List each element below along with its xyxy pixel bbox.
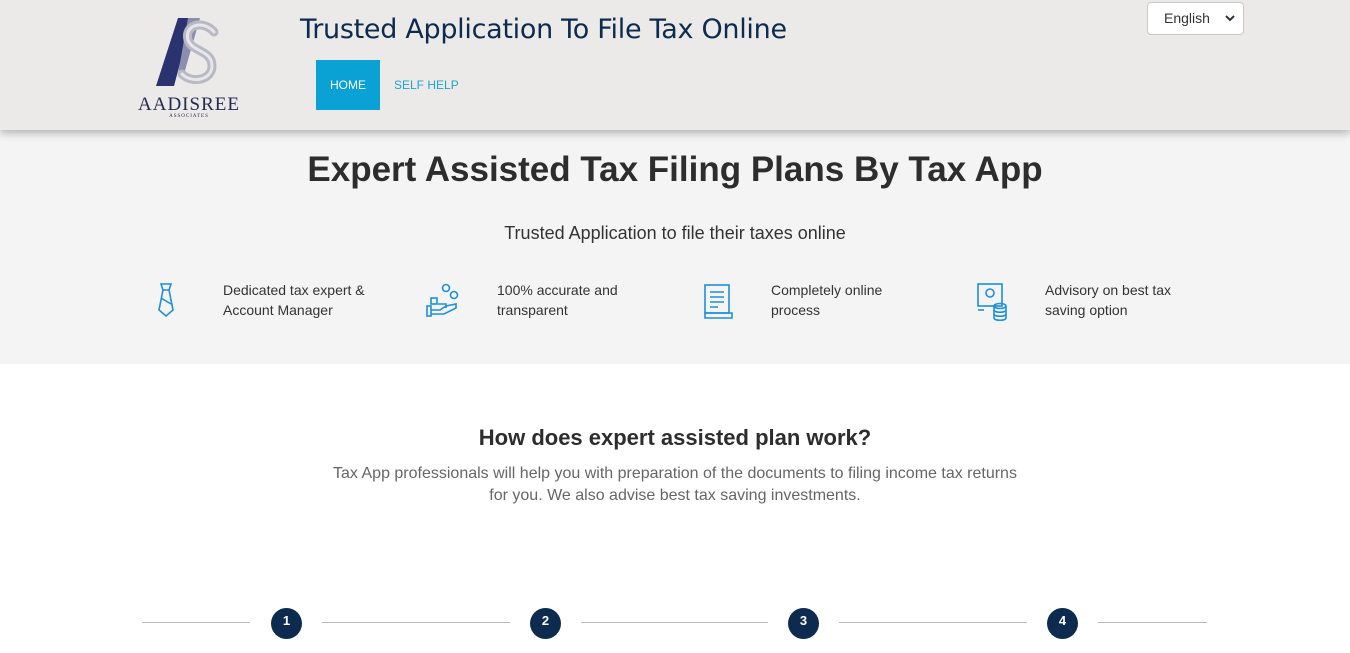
step-4-badge[interactable]: 4 [1047, 608, 1078, 639]
logo-mark-icon [156, 18, 219, 86]
aadisree-logo[interactable]: AADISREE ASSOCIATES [130, 14, 248, 122]
feature-text-line2: process [771, 302, 821, 318]
step-1-badge[interactable]: 1 [271, 608, 302, 639]
feature-text-line1: Advisory on best tax [1045, 282, 1172, 298]
step-connector [142, 622, 250, 623]
hand-coins-icon [422, 282, 462, 322]
hero-subtitle: Trusted Application to file their taxes … [504, 223, 846, 243]
feature-text-line1: 100% accurate and [497, 282, 618, 298]
tie-icon [148, 282, 188, 322]
nav-home[interactable]: HOME [316, 60, 380, 110]
step-connector [839, 622, 1027, 623]
feature-item: Advisory on best tax saving option [970, 280, 1205, 322]
site-header: AADISREE ASSOCIATES Trusted Application … [0, 0, 1350, 130]
how-description: Tax App professionals will help you with… [333, 465, 1017, 504]
step-connector [581, 622, 768, 623]
feature-text-line2: Account Manager [223, 302, 333, 318]
chevron-down-icon [1225, 3, 1235, 46]
step-connector [322, 622, 510, 623]
feature-item: 100% accurate and transparent [422, 280, 657, 322]
language-select[interactable]: English [1147, 2, 1244, 35]
monitor-coins-icon [970, 282, 1010, 322]
nav-self-help[interactable]: SELF HELP [380, 60, 473, 110]
feature-text-line2: saving option [1045, 302, 1128, 318]
step-2-badge[interactable]: 2 [530, 608, 561, 639]
logo-subtext: ASSOCIATES [169, 114, 209, 119]
logo-text: AADISREE [138, 94, 240, 115]
feature-text-line2: transparent [497, 302, 568, 318]
hero-section: Expert Assisted Tax Filing Plans By Tax … [0, 130, 1350, 364]
site-title: Trusted Application To File Tax Online [300, 14, 787, 45]
feature-item: Completely online process [696, 280, 931, 322]
step-connector [1098, 622, 1207, 623]
feature-text-line1: Dedicated tax expert & [223, 282, 365, 298]
document-icon [696, 282, 736, 322]
how-title: How does expert assisted plan work? [478, 425, 872, 450]
language-selected-value: English [1164, 10, 1210, 26]
feature-text-line1: Completely online [771, 282, 883, 298]
step-3-badge[interactable]: 3 [788, 608, 819, 639]
hero-title: Expert Assisted Tax Filing Plans By Tax … [307, 150, 1043, 189]
main-nav: HOME SELF HELP [316, 60, 473, 110]
feature-item: Dedicated tax expert & Account Manager [148, 280, 383, 322]
